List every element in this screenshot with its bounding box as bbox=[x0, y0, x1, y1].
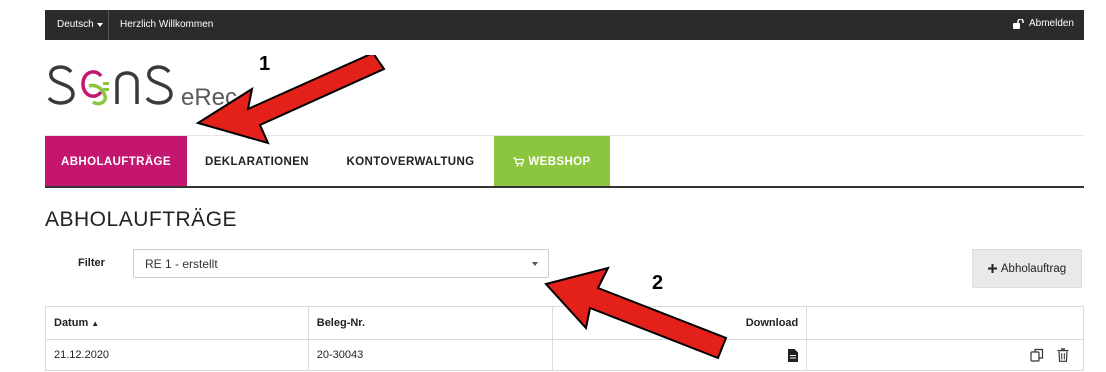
sens-logo-icon bbox=[47, 65, 173, 106]
cell-datum: 21.12.2020 bbox=[45, 339, 309, 371]
language-label: Deutsch bbox=[57, 19, 94, 30]
logout-label: Abmelden bbox=[1028, 18, 1074, 29]
callout-number-2: 2 bbox=[652, 272, 664, 294]
header-label: Datum bbox=[54, 317, 89, 329]
filter-value: RE 1 - erstellt bbox=[145, 257, 218, 271]
chevron-down-icon bbox=[532, 262, 538, 266]
column-header-actions bbox=[806, 306, 1084, 340]
orders-table: Datum ▲ Beleg-Nr. Download 21.12.2020 20… bbox=[45, 306, 1084, 371]
tab-label: WEBSHOP bbox=[528, 155, 591, 168]
cart-icon bbox=[513, 156, 525, 166]
logo[interactable]: eRec bbox=[45, 58, 325, 118]
plus-icon bbox=[987, 264, 997, 273]
add-abholauftrag-button[interactable]: Abholauftrag bbox=[972, 249, 1082, 288]
page-title: ABHOLAUFTRÄGE bbox=[45, 208, 238, 231]
nav-bottom-border bbox=[45, 186, 1084, 188]
logo-subtitle: eRec bbox=[181, 84, 238, 111]
tab-webshop[interactable]: WEBSHOP bbox=[494, 136, 610, 187]
language-selector[interactable]: Deutsch bbox=[57, 19, 103, 30]
tab-label: ABHOLAUFTRÄGE bbox=[61, 155, 171, 168]
sort-up-icon: ▲ bbox=[91, 319, 100, 328]
unlock-icon bbox=[1012, 18, 1024, 29]
caret-down-icon bbox=[96, 23, 103, 27]
header-label: Beleg-Nr. bbox=[316, 317, 366, 329]
copy-icon[interactable] bbox=[1030, 348, 1044, 362]
logout-link[interactable]: Abmelden bbox=[1012, 18, 1074, 29]
cell-actions bbox=[806, 339, 1084, 371]
table-header-row: Datum ▲ Beleg-Nr. Download bbox=[45, 306, 1084, 340]
tab-label: DEKLARATIONEN bbox=[204, 155, 309, 168]
cell-beleg: 20-30043 bbox=[307, 339, 553, 371]
cell-download bbox=[551, 339, 808, 371]
filter-select[interactable]: RE 1 - erstellt bbox=[133, 249, 549, 278]
column-header-beleg[interactable]: Beleg-Nr. bbox=[307, 306, 553, 340]
column-header-download: Download bbox=[551, 306, 808, 340]
tab-kontoverwaltung[interactable]: KONTOVERWALTUNG bbox=[327, 136, 494, 187]
tab-abholauftraege[interactable]: ABHOLAUFTRÄGE bbox=[45, 136, 187, 187]
tab-deklarationen[interactable]: DEKLARATIONEN bbox=[187, 136, 327, 187]
divider bbox=[108, 10, 109, 40]
column-header-datum[interactable]: Datum ▲ bbox=[45, 306, 309, 340]
filter-label: Filter bbox=[78, 257, 105, 269]
trash-icon[interactable] bbox=[1057, 348, 1069, 362]
main-nav: ABHOLAUFTRÄGE DEKLARATIONEN KONTOVERWALT… bbox=[45, 136, 610, 187]
add-button-label: Abholauftrag bbox=[1000, 262, 1067, 275]
top-bar: Deutsch Herzlich Willkommen Abmelden bbox=[45, 10, 1084, 40]
callout-number-1: 1 bbox=[259, 53, 271, 75]
header-label: Download bbox=[745, 317, 799, 329]
file-icon[interactable] bbox=[788, 348, 799, 362]
tab-label: KONTOVERWALTUNG bbox=[346, 155, 475, 168]
table-row[interactable]: 21.12.2020 20-30043 bbox=[45, 339, 1084, 371]
welcome-text: Herzlich Willkommen bbox=[120, 19, 214, 30]
